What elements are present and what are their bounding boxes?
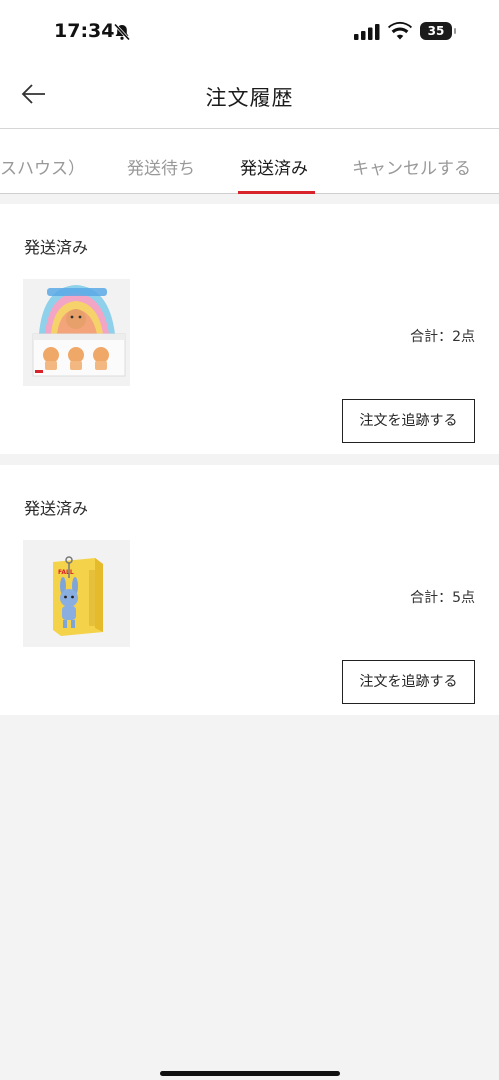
order-total-count: 合計：5点 (410, 590, 475, 606)
top-area: 17:34 35 注文履歴 スハウス） 発送待ち 発送済み キャンセルする (0, 0, 499, 194)
order-status: 発送済み (24, 499, 89, 518)
tab-cancel[interactable]: キャンセルする (352, 154, 471, 179)
page-title: 注文履歴 (205, 86, 294, 110)
track-order-button[interactable]: 注文を追跡する (342, 399, 475, 443)
order-total-count: 合計：2点 (410, 329, 475, 345)
blind-box-keychain-image: FALL (23, 540, 130, 647)
tab-warehouse[interactable]: スハウス） (0, 154, 85, 179)
tab-awaiting-shipment[interactable]: 発送待ち (127, 154, 195, 179)
blind-box-set-image (23, 279, 130, 386)
track-order-button[interactable]: 注文を追跡する (342, 660, 475, 704)
status-time: 17:34 (54, 20, 115, 42)
wifi-icon (388, 21, 412, 40)
product-thumbnail[interactable] (23, 279, 130, 386)
tab-shipped[interactable]: 発送済み (240, 154, 308, 179)
battery-icon: 35 (420, 22, 456, 40)
order-card: 発送済み FALL 合計：5点 注文を追跡する (0, 465, 499, 715)
bell-muted-icon (113, 23, 131, 41)
app-header: 注文履歴 (0, 62, 499, 128)
cellular-signal-icon (354, 24, 380, 40)
svg-text:FALL: FALL (58, 569, 74, 576)
active-tab-indicator (238, 191, 315, 194)
order-card: 発送済み 合計：2点 注文を追跡する (0, 204, 499, 454)
product-thumbnail[interactable]: FALL (23, 540, 130, 647)
order-status: 発送済み (24, 238, 89, 257)
status-bar: 17:34 35 (0, 0, 499, 62)
order-status-tabs: スハウス） 発送待ち 発送済み キャンセルする (0, 128, 499, 194)
home-indicator[interactable] (160, 1071, 340, 1076)
